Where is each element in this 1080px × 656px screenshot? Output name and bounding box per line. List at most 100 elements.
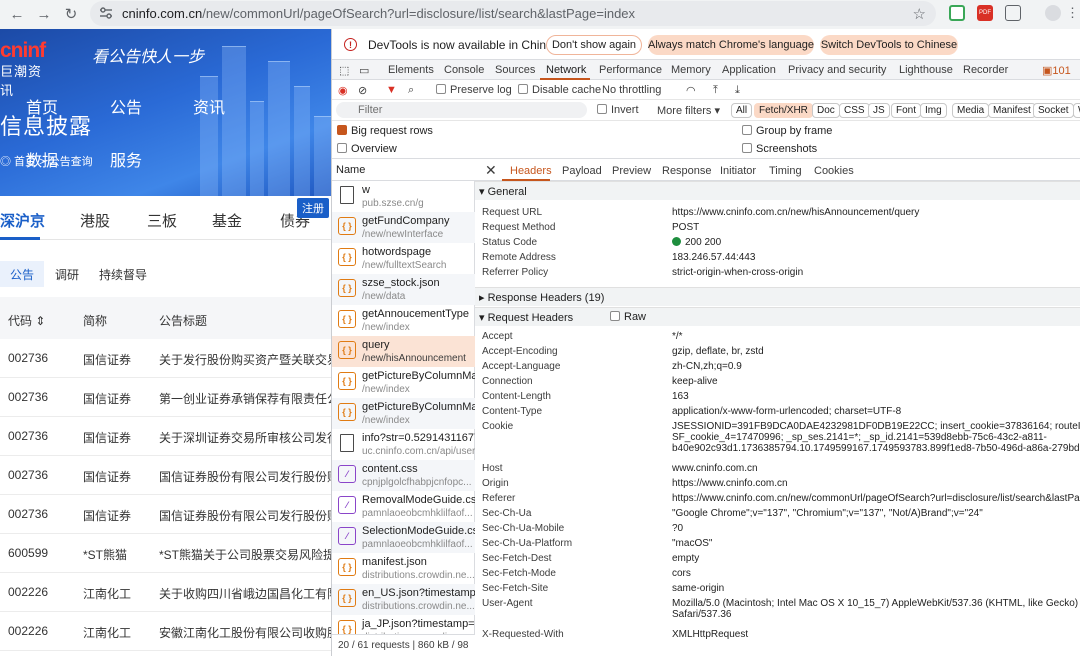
match-language-button[interactable]: Always match Chrome's language: [648, 35, 814, 55]
row-title[interactable]: 安徽江南化工股份有限公司收购股权涉: [159, 624, 331, 641]
detail-tab-0[interactable]: Headers: [510, 165, 552, 177]
disable-cache-checkbox[interactable]: Disable cache: [518, 84, 601, 96]
subtab-2[interactable]: 持续督导: [99, 261, 147, 287]
dont-show-again-button[interactable]: Don't show again: [546, 35, 642, 55]
search-icon[interactable]: ⌕: [408, 84, 414, 97]
extensions-puzzle-icon[interactable]: [1005, 5, 1021, 21]
menu-kebab-icon[interactable]: ⋮: [1066, 5, 1080, 21]
device-toolbar-icon[interactable]: ▭: [359, 64, 369, 77]
switch-chinese-button[interactable]: Switch DevTools to Chinese: [820, 35, 958, 55]
detail-tab-1[interactable]: Payload: [562, 165, 602, 177]
detail-tab-4[interactable]: Initiator: [720, 165, 756, 177]
panel-tab-8[interactable]: Lighthouse: [899, 64, 953, 76]
table-row[interactable]: 002736 国信证券 关于深圳证券交易所审核公司发行股份: [0, 417, 331, 456]
row-title[interactable]: 关于收购四川省峨边国昌化工有限责任: [159, 585, 331, 602]
tab-market-1[interactable]: 港股: [80, 210, 110, 231]
address-bar[interactable]: cninfo.com.cn/new/commonUrl/pageOfSearch…: [90, 1, 936, 26]
request-row[interactable]: ⁄ RemovalModeGuide.css pamnlaoeobcmhklilfa…: [332, 491, 475, 522]
overview-checkbox[interactable]: Overview: [337, 143, 397, 155]
request-row[interactable]: { } szse_stock.json/new/data: [332, 274, 475, 305]
site-nav-info[interactable]: 资讯: [193, 94, 225, 118]
tab-market-3[interactable]: 基金: [212, 210, 242, 231]
panel-tab-2[interactable]: Sources: [495, 64, 535, 76]
record-icon[interactable]: ◉: [338, 84, 348, 97]
panel-tab-9[interactable]: Recorder: [963, 64, 1008, 76]
request-row[interactable]: ⁄ SelectionModeGuide.css pamnlaoeobcmhklil…: [332, 522, 475, 553]
type-chip-2[interactable]: Doc: [812, 103, 840, 118]
filter-funnel-icon[interactable]: ▼: [386, 84, 397, 96]
detail-tab-3[interactable]: Response: [662, 165, 712, 177]
type-chip-5[interactable]: Font: [891, 103, 922, 118]
type-chip-10[interactable]: W: [1073, 103, 1080, 118]
extension-grid-icon[interactable]: [949, 5, 965, 21]
table-row[interactable]: 002736 国信证券 关于发行股份购买资产暨关联交易报告: [0, 339, 331, 378]
request-row[interactable]: { } getFundCompany/new/newInterface: [332, 212, 475, 243]
panel-tab-5[interactable]: Memory: [671, 64, 711, 76]
request-row[interactable]: w pub.szse.cn/g: [332, 181, 475, 212]
type-chip-4[interactable]: JS: [868, 103, 890, 118]
row-title[interactable]: 国信证券股份有限公司发行股份购买资: [159, 468, 331, 485]
panel-tab-7[interactable]: Privacy and security: [788, 64, 886, 76]
network-conditions-icon[interactable]: ◠: [686, 84, 696, 97]
throttling-select[interactable]: No throttling: [602, 84, 661, 96]
panel-tab-0[interactable]: Elements: [388, 64, 434, 76]
table-row[interactable]: 600599 *ST熊猫 *ST熊猫关于公司股票交易风险提示公: [0, 534, 331, 573]
row-title[interactable]: 第一创业证券承销保荐有限责任公司关: [159, 390, 331, 407]
subtab-0[interactable]: 公告: [0, 261, 45, 287]
type-chip-9[interactable]: Socket: [1033, 103, 1074, 118]
request-row[interactable]: ⁄ content.css cpnjplgolcfhabpjcnfopc...: [332, 460, 475, 491]
type-chip-8[interactable]: Manifest: [988, 103, 1036, 118]
request-row[interactable]: { } getAnnoucementType/new/index: [332, 305, 475, 336]
detail-tab-6[interactable]: Cookies: [814, 165, 854, 177]
clear-icon[interactable]: ⊘: [358, 84, 367, 97]
profile-avatar[interactable]: [1045, 5, 1061, 21]
response-headers-section-header[interactable]: ▸ Response Headers (19): [475, 287, 1080, 306]
type-chip-3[interactable]: CSS: [839, 103, 870, 118]
col-code[interactable]: 代码 ⇕: [8, 312, 45, 329]
import-har-icon[interactable]: ⤒: [713, 84, 718, 97]
site-nav-notice[interactable]: 公告: [110, 94, 142, 118]
panel-tab-1[interactable]: Console: [444, 64, 484, 76]
screenshots-checkbox[interactable]: Screenshots: [742, 143, 817, 155]
raw-checkbox[interactable]: Raw: [610, 311, 646, 323]
close-icon[interactable]: ✕: [485, 162, 497, 179]
preserve-log-checkbox[interactable]: Preserve log: [436, 84, 512, 96]
subtab-1[interactable]: 调研: [55, 261, 79, 287]
request-row[interactable]: { } getPictureByColumnMa... /new/index: [332, 367, 475, 398]
panel-tab-6[interactable]: Application: [722, 64, 776, 76]
request-headers-section-header[interactable]: ▾ Request Headers Raw: [475, 307, 1080, 326]
site-settings-icon[interactable]: [99, 7, 113, 19]
type-chip-0[interactable]: All: [731, 103, 753, 118]
request-row[interactable]: { } query/new/hisAnnouncement: [332, 336, 475, 367]
table-row[interactable]: 002226 江南化工 关于收购四川省峨边国昌化工有限责任: [0, 573, 331, 612]
type-chip-7[interactable]: Media: [952, 103, 990, 118]
table-row[interactable]: 002226 江南化工 安徽江南化工股份有限公司收购股权涉: [0, 612, 331, 651]
row-title[interactable]: 国信证券股份有限公司发行股份购买资: [159, 507, 331, 524]
reload-icon[interactable]: ↻: [58, 1, 84, 27]
pdf-extension-icon[interactable]: PDF: [977, 5, 993, 21]
breadcrumb[interactable]: ◎ 首页 > 公告查询: [0, 153, 93, 169]
site-logo[interactable]: cninf 巨潮资讯: [0, 39, 46, 98]
general-section-header[interactable]: ▾ General: [475, 181, 1080, 200]
register-button[interactable]: 注册: [297, 198, 329, 218]
list-header-name[interactable]: Name: [332, 159, 475, 181]
site-nav-service[interactable]: 服务: [110, 147, 142, 171]
request-row[interactable]: { } hotwordspage/new/fulltextSearch: [332, 243, 475, 274]
inspect-element-icon[interactable]: ⬚: [339, 64, 349, 77]
back-icon[interactable]: ←: [4, 1, 30, 27]
group-by-frame-checkbox[interactable]: Group by frame: [742, 125, 832, 137]
forward-icon[interactable]: →: [31, 1, 57, 27]
big-request-rows-checkbox[interactable]: Big request rows: [337, 125, 433, 137]
panel-tab-3[interactable]: Network: [546, 64, 586, 76]
row-title[interactable]: 关于深圳证券交易所审核公司发行股份: [159, 429, 331, 446]
type-chip-1[interactable]: Fetch/XHR: [754, 103, 813, 118]
issues-count[interactable]: ▣101: [1042, 64, 1071, 77]
request-row[interactable]: info?str=0.52914311677... uc.cninfo.com.c…: [332, 429, 475, 460]
panel-tab-4[interactable]: Performance: [599, 64, 662, 76]
invert-checkbox[interactable]: Invert: [597, 104, 639, 116]
request-row[interactable]: { } getPictureByColumnMa... /new/index: [332, 398, 475, 429]
filter-input[interactable]: Filter: [336, 102, 587, 118]
export-har-icon[interactable]: ⤓: [735, 84, 740, 97]
detail-tab-5[interactable]: Timing: [769, 165, 802, 177]
table-row[interactable]: 002736 国信证券 国信证券股份有限公司发行股份购买资: [0, 495, 331, 534]
